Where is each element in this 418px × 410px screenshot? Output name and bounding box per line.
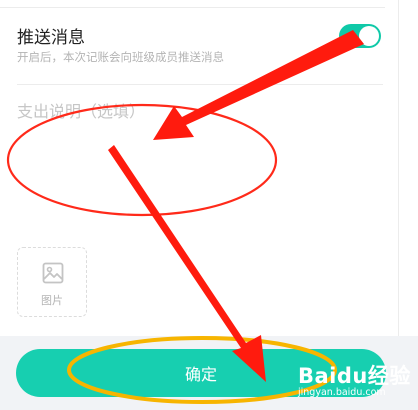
watermark-paw: du [336,364,368,388]
add-image-button[interactable]: 图片 [17,247,87,317]
push-subtitle: 开启后，本次记账会向班级成员推送消息 [17,50,224,64]
toggle-knob [359,26,379,46]
image-picker-label: 图片 [41,294,63,307]
image-icon [42,262,64,284]
push-title: 推送消息 [17,28,85,48]
top-divider [0,7,385,8]
baidu-watermark: Baidu经验 jingyan.baidu.com [298,360,411,398]
watermark-url: jingyan.baidu.com [298,387,386,398]
section-divider [17,84,383,85]
watermark-suffix: 经验 [367,364,411,388]
watermark-main: Bai [298,364,337,388]
description-input[interactable] [17,94,377,232]
push-toggle[interactable] [339,24,381,48]
